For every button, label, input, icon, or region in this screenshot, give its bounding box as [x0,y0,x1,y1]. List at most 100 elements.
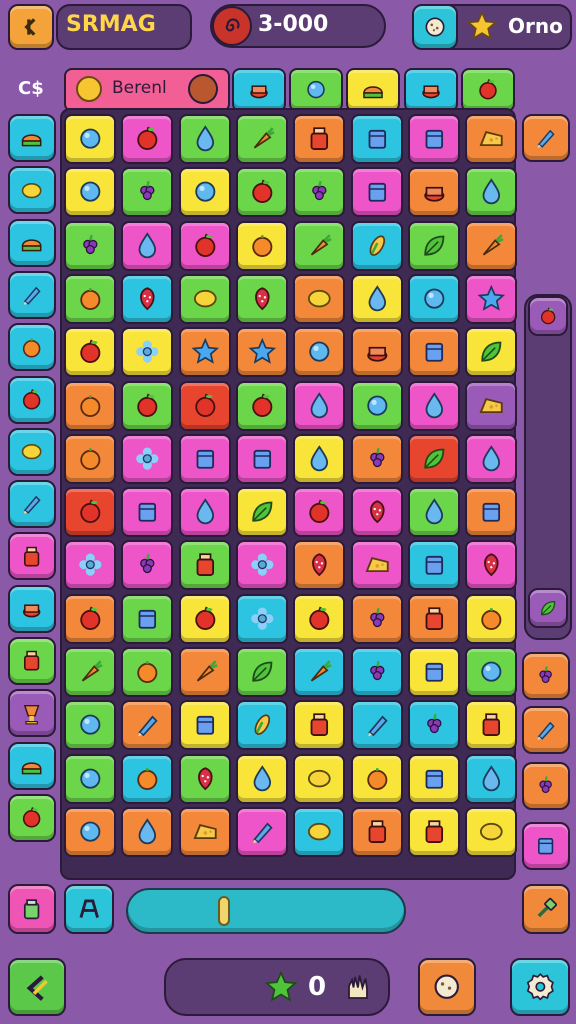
board-tile[interactable] [293,381,345,431]
board-tile[interactable] [121,327,173,377]
board-tile[interactable] [64,487,116,537]
side-tile[interactable] [8,532,56,581]
right-tile[interactable] [522,762,570,810]
board-tile[interactable] [179,700,231,750]
board-tile[interactable] [179,381,231,431]
board-tile[interactable] [64,327,116,377]
board-tile[interactable] [236,221,288,271]
board-tile[interactable] [465,274,517,324]
board-tile[interactable] [465,594,517,644]
board-tile[interactable] [408,434,460,484]
side-tile[interactable] [8,427,56,476]
board-tile[interactable] [408,114,460,164]
board-tile[interactable] [351,754,403,804]
board-tile[interactable] [64,647,116,697]
side-tile[interactable] [8,166,56,215]
board-tile[interactable] [179,647,231,697]
board-tile[interactable] [236,540,288,590]
board-tile[interactable] [408,327,460,377]
right-tile[interactable] [528,296,568,336]
board-tile[interactable] [179,167,231,217]
board-tile[interactable] [64,114,116,164]
right-tile[interactable] [522,114,570,162]
top-strip-tile[interactable] [289,68,344,112]
board-tile[interactable] [351,647,403,697]
board-tile[interactable] [121,807,173,857]
board-tile[interactable] [236,594,288,644]
board-tile[interactable] [121,434,173,484]
board-tile[interactable] [351,274,403,324]
settings-button[interactable] [510,958,570,1016]
board-tile[interactable] [465,540,517,590]
right-tile[interactable] [522,822,570,870]
board-tile[interactable] [408,487,460,537]
board-tile[interactable] [465,167,517,217]
board-tile[interactable] [465,381,517,431]
board-tile[interactable] [64,594,116,644]
board-tile[interactable] [465,114,517,164]
top-strip-tile[interactable] [403,68,458,112]
side-tile[interactable] [8,637,56,685]
board-tile[interactable] [179,754,231,804]
board-tile[interactable] [351,700,403,750]
side-tile[interactable] [8,218,56,267]
board-tile[interactable] [64,274,116,324]
board-tile[interactable] [465,487,517,537]
cookie-button[interactable] [412,4,458,50]
board-tile[interactable] [121,487,173,537]
board-tile[interactable] [121,594,173,644]
hammer-button[interactable] [522,884,570,934]
side-tile[interactable] [8,323,56,372]
board-tile[interactable] [64,540,116,590]
board-tile[interactable] [64,221,116,271]
side-tile[interactable] [8,375,56,424]
board-tile[interactable] [408,540,460,590]
board-tile[interactable] [293,221,345,271]
pot-button[interactable] [8,884,56,934]
board-tile[interactable] [293,754,345,804]
board-tile[interactable] [293,487,345,537]
board-tile[interactable] [351,487,403,537]
board-tile[interactable] [293,434,345,484]
board-tile[interactable] [293,167,345,217]
shuffle-button[interactable] [64,884,114,934]
board-tile[interactable] [293,540,345,590]
undo-button[interactable] [8,958,66,1016]
side-tile[interactable] [8,480,56,529]
right-tile[interactable] [522,706,570,754]
board-tile[interactable] [351,114,403,164]
board-tile[interactable] [64,167,116,217]
board-tile[interactable] [408,754,460,804]
back-button[interactable] [8,4,54,50]
side-tile[interactable] [8,741,56,790]
side-tile[interactable] [8,689,56,738]
board-tile[interactable] [179,327,231,377]
board-tile[interactable] [236,327,288,377]
right-tile[interactable] [522,652,570,700]
top-strip-tile[interactable] [232,68,286,112]
board-tile[interactable] [236,700,288,750]
board-tile[interactable] [179,434,231,484]
board-tile[interactable] [351,807,403,857]
board-tile[interactable] [408,381,460,431]
board-tile[interactable] [236,381,288,431]
board-tile[interactable] [465,434,517,484]
cookie-shop-button[interactable] [418,958,476,1016]
board-tile[interactable] [465,221,517,271]
board-tile[interactable] [293,647,345,697]
board-tile[interactable] [236,754,288,804]
top-strip-tile[interactable] [460,68,515,112]
board-tile[interactable] [465,327,517,377]
board-tile[interactable] [121,114,173,164]
board-tile[interactable] [64,434,116,484]
board-tile[interactable] [293,700,345,750]
board-tile[interactable] [236,487,288,537]
board-tile[interactable] [408,274,460,324]
board-tile[interactable] [408,221,460,271]
board-tile[interactable] [179,594,231,644]
right-tile[interactable] [528,588,568,628]
slider-thumb[interactable] [218,896,230,926]
board-tile[interactable] [121,647,173,697]
side-tile[interactable] [8,270,56,319]
board-tile[interactable] [121,754,173,804]
